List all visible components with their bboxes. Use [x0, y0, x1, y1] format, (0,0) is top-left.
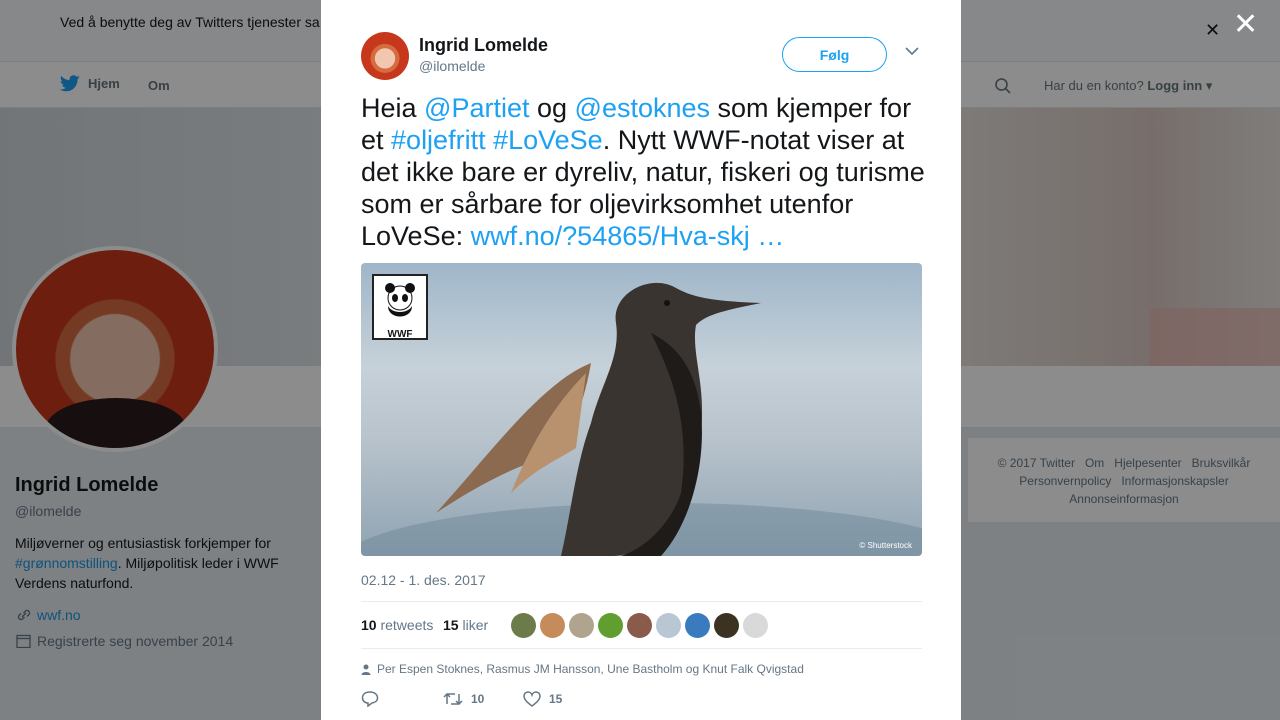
tweet-modal: Ingrid Lomelde @ilomelde Følg Heia @Part… [321, 0, 961, 720]
liked-by-line: Per Espen Stoknes, Rasmus JM Hansson, Un… [361, 662, 804, 676]
liker-avatar[interactable] [714, 613, 739, 638]
author-name[interactable]: Ingrid Lomelde [419, 35, 548, 56]
retweets-count: 10 [361, 617, 377, 633]
like-button[interactable]: 15 [523, 690, 563, 707]
follow-button[interactable]: Følg [782, 37, 887, 72]
liker-avatars [511, 613, 768, 638]
likes-label: liker [462, 617, 489, 633]
mention-link[interactable]: @estoknes [575, 93, 710, 123]
tweet-stats: 10 retweets 15 liker [361, 601, 922, 649]
retweet-button[interactable]: 10 [443, 691, 523, 707]
wwf-logo-text: WWF [387, 329, 413, 340]
hashtag-link[interactable]: #LoVeSe [493, 125, 603, 155]
tweet-text: Heia @Partiet og @estoknes som kjemper f… [361, 93, 925, 251]
liked-by-names[interactable]: Per Espen Stoknes, Rasmus JM Hansson, Un… [377, 662, 804, 676]
person-icon [361, 664, 371, 675]
liker-avatar[interactable] [656, 613, 681, 638]
liker-avatar[interactable] [540, 613, 565, 638]
author-handle: @ilomelde [419, 58, 486, 74]
url-link[interactable]: wwf.no/?54865/Hva-skj … [471, 221, 785, 251]
close-icon[interactable]: ✕ [1233, 10, 1258, 40]
tweet-media-image[interactable]: WWF © Shutterstock [361, 263, 922, 556]
retweet-icon [443, 692, 463, 705]
wwf-logo: WWF [372, 274, 428, 340]
like-count: 15 [549, 691, 563, 706]
chevron-down-icon[interactable] [905, 46, 919, 56]
likes-stat[interactable]: 15 liker [443, 617, 488, 633]
author-avatar[interactable] [361, 32, 409, 80]
likes-count: 15 [443, 617, 459, 633]
panda-icon [385, 283, 415, 317]
liker-avatar[interactable] [743, 613, 768, 638]
liker-avatar[interactable] [627, 613, 652, 638]
oiled-seabird-image [361, 282, 922, 556]
reply-icon [361, 691, 379, 707]
image-credit: © Shutterstock [859, 541, 912, 550]
retweets-label: retweets [380, 617, 434, 633]
liker-avatar[interactable] [685, 613, 710, 638]
retweets-stat[interactable]: 10 retweets [361, 617, 433, 633]
hashtag-link[interactable]: #oljefritt [391, 125, 486, 155]
liker-avatar[interactable] [598, 613, 623, 638]
reply-button[interactable] [361, 690, 443, 707]
tweet-timestamp[interactable]: 02.12 - 1. des. 2017 [361, 572, 486, 588]
liker-avatar[interactable] [569, 613, 594, 638]
liker-avatar[interactable] [511, 613, 536, 638]
retweet-count: 10 [471, 691, 485, 706]
mention-link[interactable]: @Partiet [424, 93, 529, 123]
heart-icon [523, 690, 541, 707]
tweet-actions: 10 15 [361, 690, 562, 707]
